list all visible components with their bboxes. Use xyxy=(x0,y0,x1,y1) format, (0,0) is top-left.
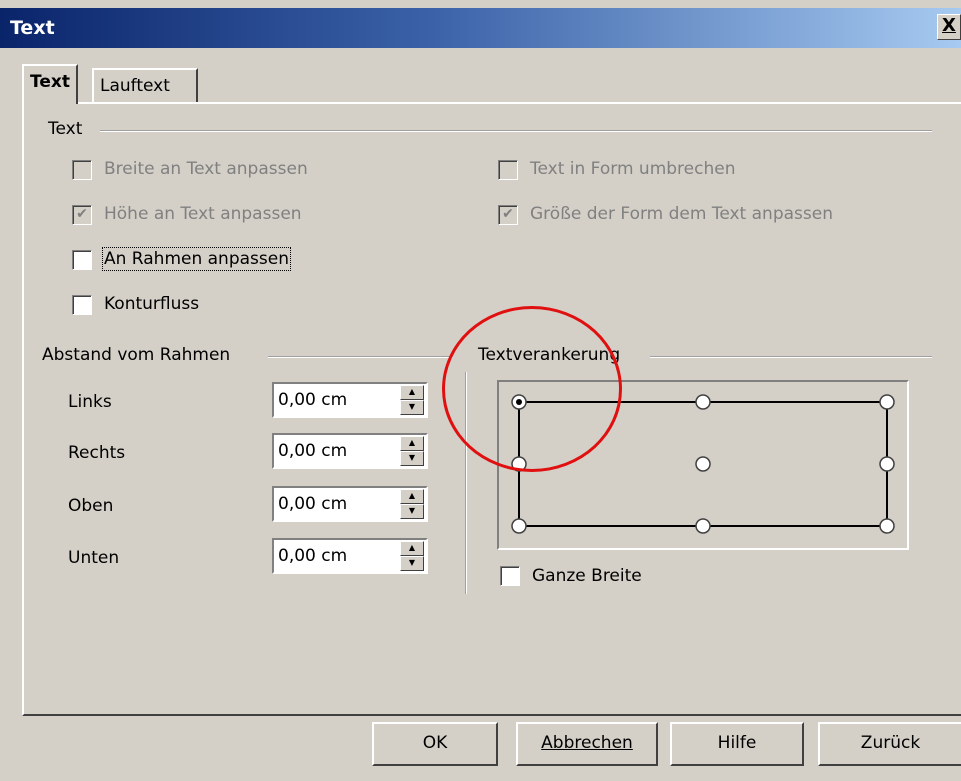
an-rahmen-anpassen-label: An Rahmen anpassen xyxy=(102,247,291,271)
anchor-top-center[interactable] xyxy=(695,394,711,410)
links-label: Links xyxy=(68,392,112,412)
unten-spinbox[interactable]: 0,00 cm ▲ ▼ xyxy=(272,538,428,574)
text-group-heading: Text xyxy=(48,119,89,139)
links-spinbox[interactable]: 0,00 cm ▲ ▼ xyxy=(272,382,428,418)
cancel-button[interactable]: Abbrechen xyxy=(516,722,658,766)
anchor-bottom-center[interactable] xyxy=(695,518,711,534)
links-spin-up[interactable]: ▲ xyxy=(400,385,424,400)
cancel-button-label: Abbrechen xyxy=(541,733,633,753)
dialog-title-bar: Text X xyxy=(0,8,961,48)
unten-spin-up[interactable]: ▲ xyxy=(400,541,424,556)
hoehe-an-text-checkbox[interactable]: ✔ xyxy=(72,205,92,225)
anchor-selected-dot xyxy=(516,399,522,405)
rechts-value[interactable]: 0,00 cm xyxy=(278,441,347,461)
anchor-grid xyxy=(511,394,895,534)
breite-an-text-label: Breite an Text anpassen xyxy=(104,159,308,179)
oben-spinbox[interactable]: 0,00 cm ▲ ▼ xyxy=(272,486,428,522)
help-button[interactable]: Hilfe xyxy=(670,722,804,766)
oben-value[interactable]: 0,00 cm xyxy=(278,494,347,514)
anchor-top-right[interactable] xyxy=(879,394,895,410)
text-anchor-control[interactable] xyxy=(497,380,909,550)
text-in-form-checkbox[interactable] xyxy=(498,160,518,180)
hoehe-an-text-label: Höhe an Text anpassen xyxy=(104,204,302,224)
breite-an-text-checkbox[interactable] xyxy=(72,160,92,180)
anchor-bottom-left[interactable] xyxy=(511,518,527,534)
help-button-label: Hilfe xyxy=(717,733,757,753)
unten-label: Unten xyxy=(68,548,120,568)
anchor-middle-left[interactable] xyxy=(511,456,527,472)
tab-lauftext[interactable]: Lauftext xyxy=(92,68,198,102)
close-button[interactable]: X xyxy=(937,14,961,40)
spacing-group-heading: Abstand vom Rahmen xyxy=(42,345,237,365)
ganze-breite-label: Ganze Breite xyxy=(532,566,642,586)
anchor-bottom-right[interactable] xyxy=(879,518,895,534)
rechts-spinbox[interactable]: 0,00 cm ▲ ▼ xyxy=(272,433,428,469)
an-rahmen-anpassen-checkbox[interactable] xyxy=(72,250,92,270)
konturfluss-checkbox[interactable] xyxy=(72,295,92,315)
oben-spin-up[interactable]: ▲ xyxy=(400,489,424,504)
text-in-form-label: Text in Form umbrechen xyxy=(530,159,736,179)
oben-spin-down[interactable]: ▼ xyxy=(400,504,424,519)
anchor-group-rule xyxy=(650,356,932,358)
konturfluss-label: Konturfluss xyxy=(104,294,200,314)
tab-text[interactable]: Text xyxy=(22,64,78,104)
groesse-der-form-checkbox[interactable]: ✔ xyxy=(498,205,518,225)
rechts-spin-down[interactable]: ▼ xyxy=(400,451,424,466)
dialog-title: Text xyxy=(10,17,55,39)
spacing-group-rule xyxy=(268,356,452,358)
links-spin-down[interactable]: ▼ xyxy=(400,400,424,415)
groesse-der-form-label: Größe der Form dem Text anpassen xyxy=(530,204,833,224)
text-group-rule xyxy=(100,130,932,132)
anchor-group-heading: Textverankerung xyxy=(478,345,627,365)
oben-label: Oben xyxy=(68,496,114,516)
anchor-center[interactable] xyxy=(695,456,711,472)
ganze-breite-checkbox[interactable] xyxy=(500,566,520,586)
ok-button[interactable]: OK xyxy=(372,722,498,766)
rechts-spin-up[interactable]: ▲ xyxy=(400,436,424,451)
group-separator xyxy=(465,372,467,594)
back-button-label: Zurück xyxy=(860,733,921,753)
unten-spin-down[interactable]: ▼ xyxy=(400,556,424,571)
links-value[interactable]: 0,00 cm xyxy=(278,390,347,410)
back-button[interactable]: Zurück xyxy=(818,722,961,766)
unten-value[interactable]: 0,00 cm xyxy=(278,546,347,566)
rechts-label: Rechts xyxy=(68,443,126,463)
anchor-middle-right[interactable] xyxy=(879,456,895,472)
